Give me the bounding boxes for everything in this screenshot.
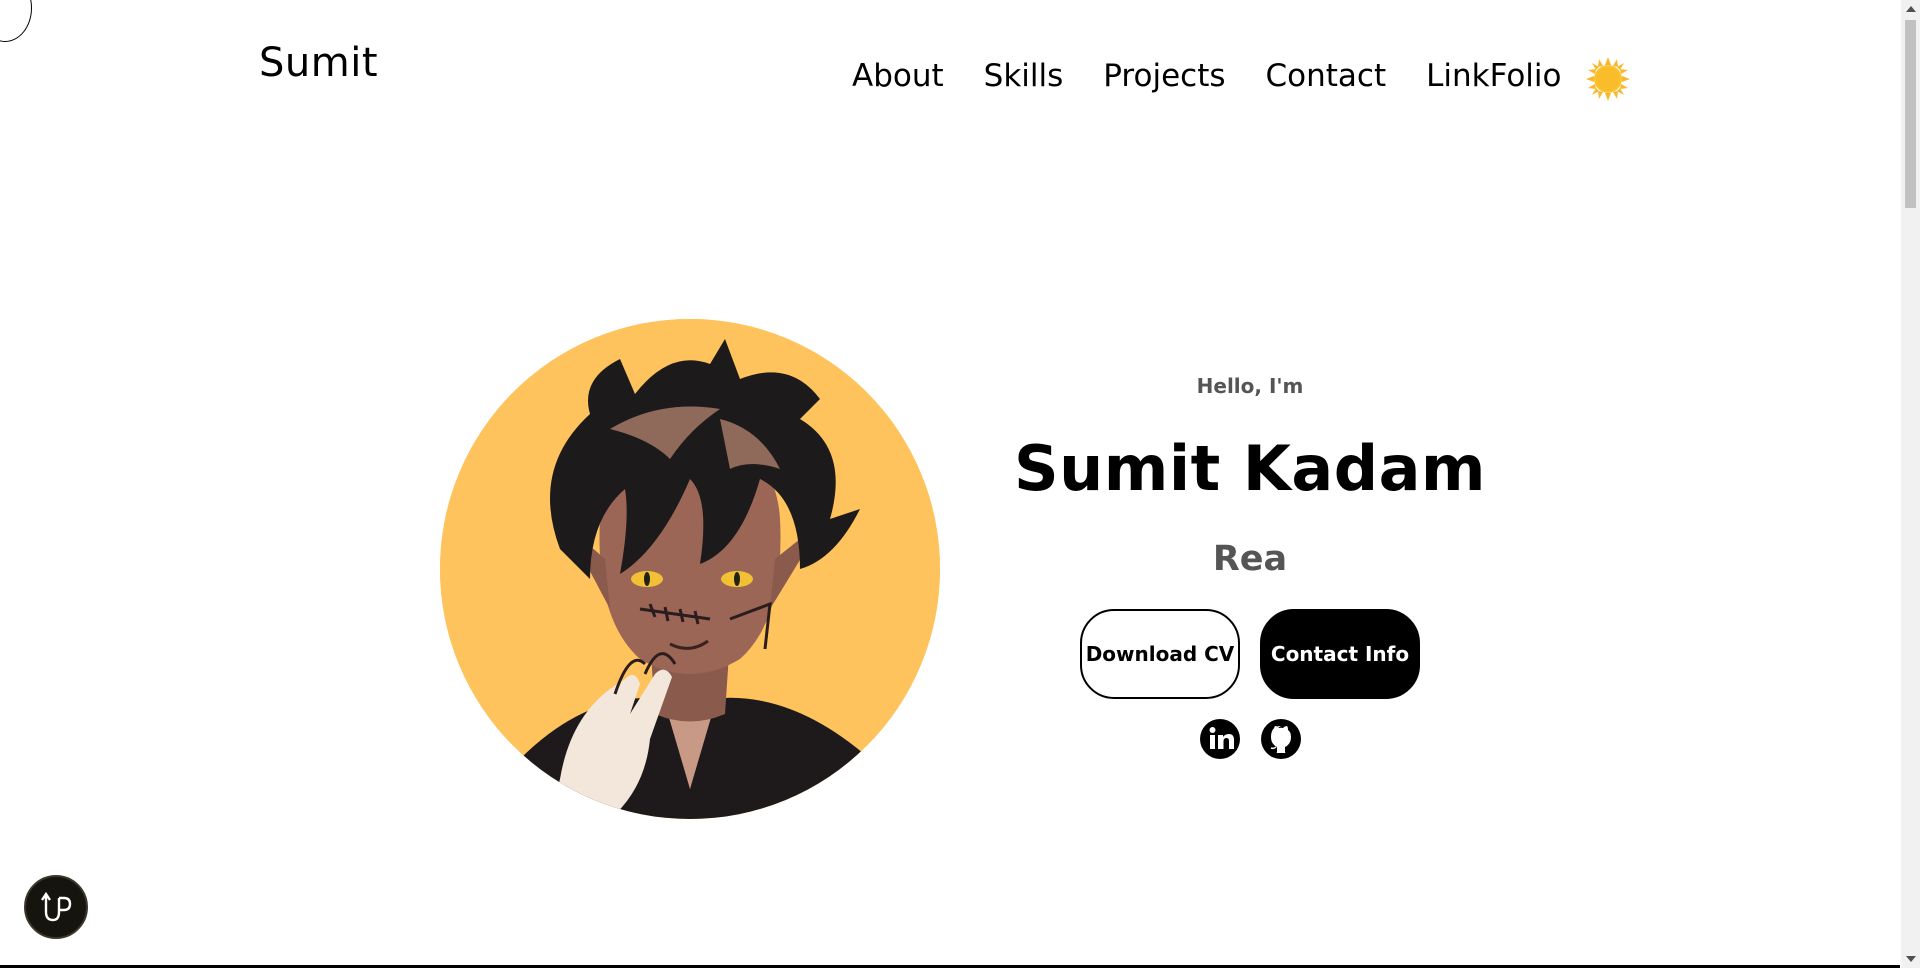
- github-icon[interactable]: [1260, 718, 1302, 760]
- nav-contact[interactable]: Contact: [1266, 58, 1387, 94]
- hero-buttons: Download CV Contact Info: [1080, 609, 1420, 699]
- download-cv-button[interactable]: Download CV: [1080, 609, 1240, 699]
- sun-icon[interactable]: [1586, 57, 1630, 101]
- scrollbar-thumb[interactable]: [1905, 20, 1916, 208]
- nav-projects[interactable]: Projects: [1103, 58, 1225, 94]
- profile-avatar: [440, 319, 940, 819]
- site-logo[interactable]: Sumit: [259, 40, 378, 86]
- hero-name: Sumit Kadam: [1013, 432, 1487, 505]
- custom-cursor: [0, 0, 32, 42]
- page: Sumit About Skills Projects Contact Link…: [0, 0, 1920, 968]
- linkedin-icon[interactable]: [1199, 718, 1241, 760]
- main-nav: About Skills Projects Contact LinkFolio: [852, 58, 1601, 94]
- social-links: [1199, 718, 1302, 760]
- nav-linkfolio[interactable]: LinkFolio: [1426, 58, 1561, 94]
- typing-role-text: Rea: [1212, 539, 1288, 579]
- greeting-text: Hello, I'm: [1196, 374, 1304, 398]
- nav-skills[interactable]: Skills: [984, 58, 1064, 94]
- scroll-up-button[interactable]: [24, 875, 88, 939]
- scroll-down-arrow-icon[interactable]: [1906, 956, 1916, 962]
- contact-info-button[interactable]: Contact Info: [1260, 609, 1420, 699]
- nav-about[interactable]: About: [852, 58, 944, 94]
- page-scrollbar[interactable]: [1901, 0, 1920, 968]
- scroll-up-arrow-icon[interactable]: [1906, 6, 1916, 12]
- avatar-illustration: [440, 319, 940, 819]
- hero-text: Hello, I'm Sumit Kadam Rea: [1000, 370, 1500, 579]
- scroll-up-icon: [41, 891, 72, 922]
